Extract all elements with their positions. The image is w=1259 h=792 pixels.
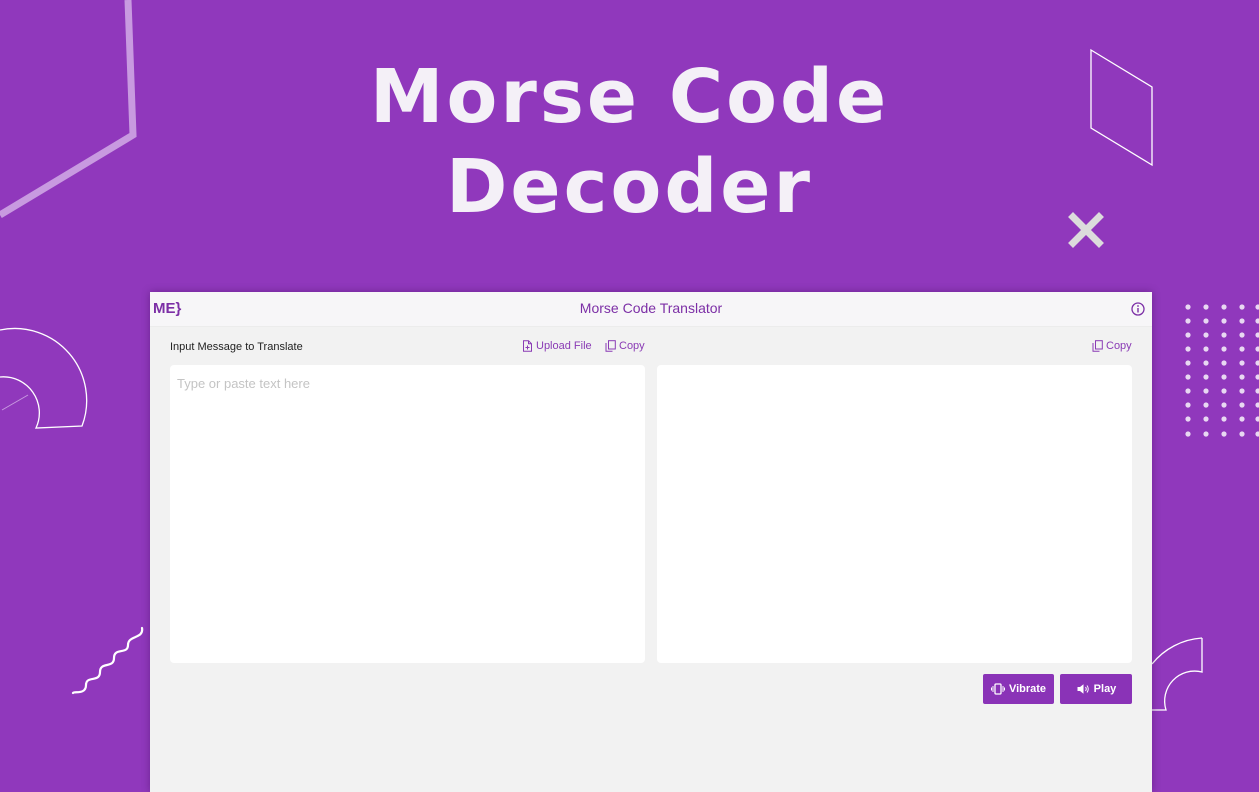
hero-title-line-2: Decoder bbox=[446, 144, 813, 230]
window-title: Morse Code Translator bbox=[579, 300, 723, 316]
squiggle-decoration bbox=[71, 626, 144, 695]
hero-title: Morse Code Decoder bbox=[0, 52, 1259, 232]
play-label: Play bbox=[1093, 683, 1117, 695]
copy-output-button[interactable]: Copy bbox=[1092, 340, 1132, 352]
play-button[interactable]: Play bbox=[1060, 674, 1132, 704]
output-textarea[interactable] bbox=[657, 365, 1132, 663]
copy-icon bbox=[1092, 340, 1103, 352]
copy-output-label: Copy bbox=[1106, 340, 1132, 352]
vibrate-label: Vibrate bbox=[1008, 683, 1047, 695]
vibrate-button[interactable]: Vibrate bbox=[983, 674, 1054, 704]
upload-file-label: Upload File bbox=[536, 340, 592, 352]
copy-input-button[interactable]: Copy bbox=[605, 340, 645, 352]
upload-file-button[interactable]: Upload File bbox=[522, 340, 592, 352]
arc-corner-decoration bbox=[1151, 637, 1203, 711]
copy-input-label: Copy bbox=[619, 340, 645, 352]
app-window: ME} Morse Code Translator Input Message … bbox=[150, 292, 1152, 792]
input-label: Input Message to Translate bbox=[170, 341, 303, 353]
file-icon bbox=[523, 340, 532, 352]
copy-icon bbox=[605, 340, 616, 352]
info-icon[interactable] bbox=[1130, 301, 1146, 317]
input-textarea[interactable] bbox=[170, 365, 645, 663]
vibrate-icon bbox=[990, 683, 1005, 695]
dot-grid-decoration bbox=[1185, 304, 1259, 437]
title-bar: ME} Morse Code Translator bbox=[150, 292, 1152, 327]
hero-title-line-1: Morse Code bbox=[369, 54, 890, 140]
speaker-icon bbox=[1077, 684, 1089, 694]
arc-decoration bbox=[0, 327, 88, 429]
